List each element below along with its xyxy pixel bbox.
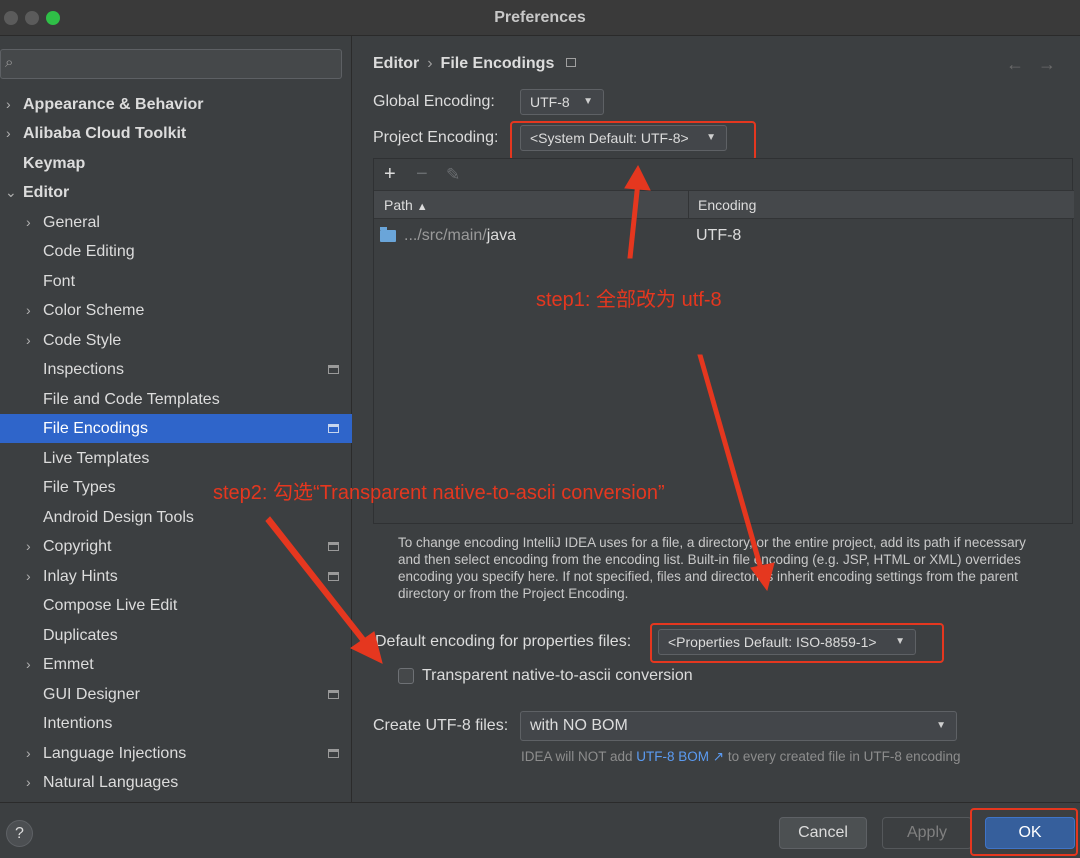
annotation-arrow-step1-down bbox=[697, 354, 765, 574]
annotation-arrow-step1-up bbox=[627, 181, 641, 259]
annotation-arrow-step1-up-head bbox=[624, 164, 651, 191]
annotation-arrow-step1-down-head bbox=[750, 562, 775, 592]
preferences-window: Preferences ⌕ › Appearance & Behavior › … bbox=[0, 0, 1080, 858]
annotation-arrow-step2-head bbox=[350, 631, 383, 664]
annotation-arrow-step2 bbox=[265, 516, 369, 646]
annotation-arrows bbox=[265, 164, 775, 664]
